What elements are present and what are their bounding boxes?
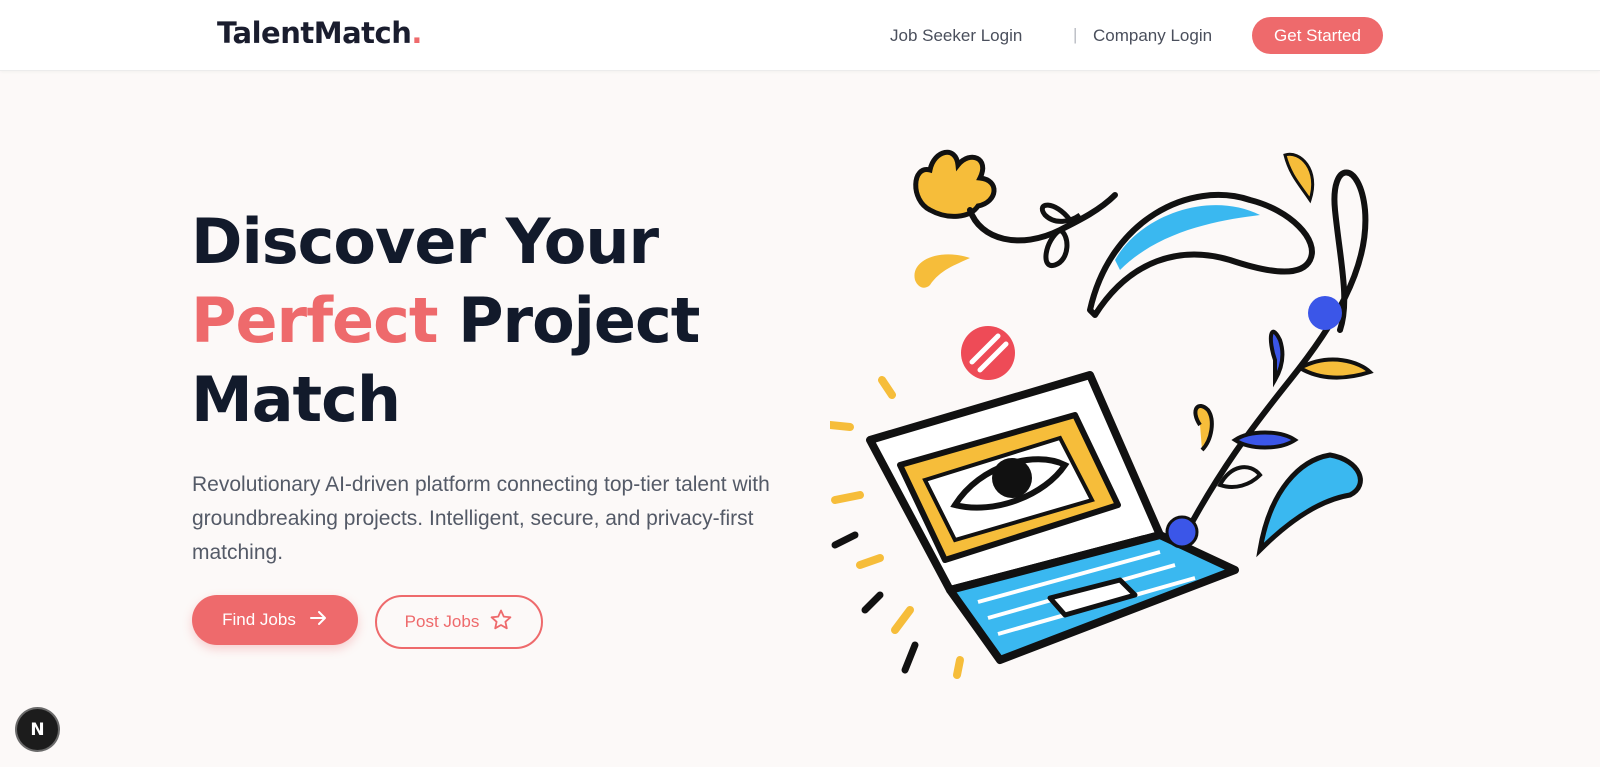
- flower-icon: [913, 150, 997, 219]
- hero-title-line2: Project: [437, 284, 700, 357]
- job-seeker-login-link[interactable]: Job Seeker Login: [890, 26, 1022, 46]
- company-login-link[interactable]: Company Login: [1093, 26, 1212, 46]
- hero-subtitle: Revolutionary AI-driven platform connect…: [192, 473, 770, 564]
- post-jobs-label: Post Jobs: [404, 612, 480, 631]
- arrow-right-icon: [308, 608, 328, 633]
- hero-title: Discover Your Perfect Project Match: [191, 202, 700, 439]
- navbar: TalentMatch. Job Seeker Login | Company …: [0, 0, 1600, 71]
- nav-separator: |: [1073, 25, 1078, 44]
- hero-title-accent: Perfect: [191, 284, 438, 357]
- get-started-button[interactable]: Get Started: [1252, 17, 1383, 54]
- hero-title-line3: Match: [191, 363, 401, 436]
- find-jobs-label: Find Jobs: [222, 610, 296, 629]
- post-jobs-button[interactable]: Post Jobs: [375, 595, 543, 649]
- star-icon: [489, 608, 513, 637]
- hero-title-line1: Discover Your: [191, 205, 659, 278]
- logo-text: TalentMatch: [217, 16, 412, 50]
- find-jobs-button[interactable]: Find Jobs: [192, 595, 358, 645]
- logo[interactable]: TalentMatch.: [217, 16, 422, 50]
- logo-dot: .: [411, 16, 422, 50]
- dev-badge[interactable]: N: [17, 709, 58, 750]
- laptop-eye-illustration: [826, 140, 1400, 700]
